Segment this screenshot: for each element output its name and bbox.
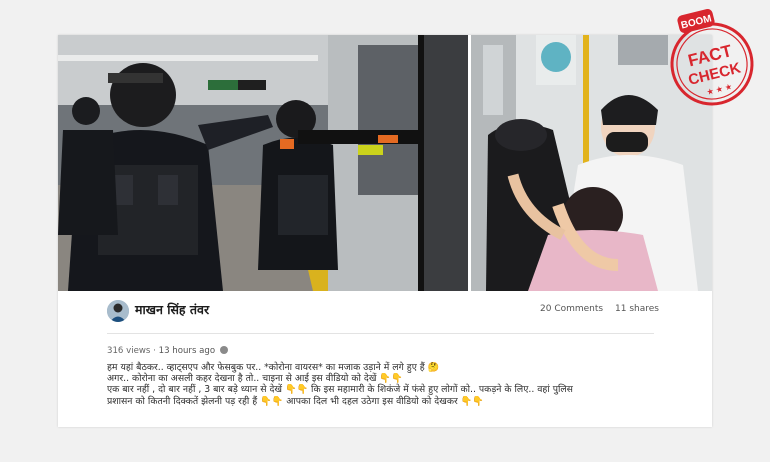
post-line: हम यहां बैठकर.. व्हाट्सएप और फेसबुक पर..…: [107, 362, 440, 373]
divider: [107, 333, 654, 334]
stamp-logo: FACT CHECK ★ ★ ★ BOOM: [670, 8, 754, 106]
post-line: प्रशासन को कितनी दिक्कतें झेलनी पड़ रही …: [107, 395, 484, 407]
post-stats: 316 views · 13 hours ago: [107, 346, 228, 356]
post-footer: माखन सिंह तंवर 20 Comments 11 shares 316…: [58, 291, 712, 427]
post-video-frame[interactable]: [58, 35, 712, 291]
post-line: एक बार नहीं , दो बार नहीं , 3 बार बड़े ध…: [107, 384, 573, 396]
comments-count[interactable]: 20 Comments: [540, 304, 603, 314]
separator: ·: [153, 346, 156, 356]
globe-icon: [219, 346, 228, 354]
facebook-post-card: माखन सिंह तंवर 20 Comments 11 shares 316…: [58, 35, 712, 427]
post-text: हम यहां बैठकर.. व्हाट्सएप और फेसबुक पर..…: [107, 362, 667, 407]
fact-check-stamp: FACT CHECK ★ ★ ★ BOOM: [660, 8, 764, 112]
video-still-image: [58, 35, 712, 291]
shares-count[interactable]: 11 shares: [615, 304, 659, 314]
author-name[interactable]: माखन सिंह तंवर: [135, 301, 209, 318]
views-count: 316 views: [107, 346, 151, 356]
post-time[interactable]: 13 hours ago: [159, 346, 216, 356]
author-avatar[interactable]: [107, 300, 129, 322]
post-line: अगर.. कोरोना का असली कहर देखना है तो.. च…: [107, 373, 403, 385]
avatar-image: [107, 300, 129, 322]
